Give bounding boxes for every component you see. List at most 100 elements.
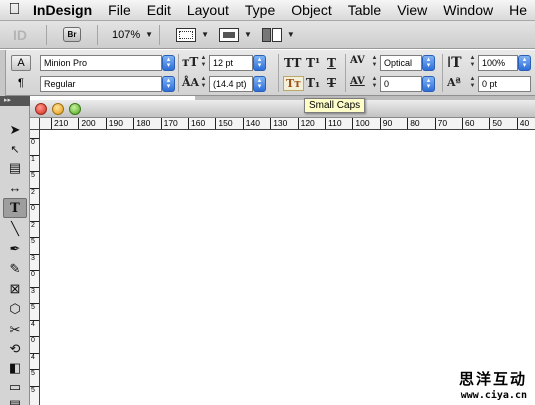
- paragraph-mode-button[interactable]: ¶: [11, 75, 31, 91]
- line-tool-icon[interactable]: ╲: [3, 219, 27, 239]
- kerning-field[interactable]: Optical: [380, 55, 422, 71]
- chevron-down-icon[interactable]: ▼: [244, 30, 252, 39]
- underline-button[interactable]: T: [327, 56, 336, 70]
- ruler-origin[interactable]: [30, 118, 40, 130]
- arrange-documents-icon[interactable]: [261, 27, 282, 42]
- vertical-ruler[interactable]: 0 1 5 2 0 2 5 3 0 3 5 4 0 4 5 5: [30, 130, 40, 405]
- tools-panel: ➤ ↖ ▤ ↔ T ╲ ✒ ✎ ⊠ ⬡ ✂ ⟲ ◧ ▭ ▤: [0, 106, 30, 405]
- minimize-window-button[interactable]: [52, 103, 64, 115]
- ruler-tick-label: 110: [325, 118, 342, 129]
- ruler-tick-label: 120: [297, 118, 315, 129]
- menu-type[interactable]: Type: [237, 2, 283, 18]
- divider: [345, 54, 346, 92]
- ruler-tick-label: 5: [30, 303, 39, 311]
- ruler-tick-label: 0: [30, 138, 39, 146]
- zoom-level[interactable]: 107%: [112, 29, 140, 41]
- note-tool-icon[interactable]: ▤: [3, 395, 27, 405]
- gap-tool-icon[interactable]: ↔: [3, 177, 27, 197]
- apple-logo-icon[interactable]: : [0, 1, 29, 19]
- chevron-down-icon[interactable]: ▼: [287, 30, 295, 39]
- ruler-tick-label: 210: [51, 118, 68, 129]
- tracking-icon: AV: [350, 76, 365, 87]
- selection-tool-icon[interactable]: ➤: [3, 120, 27, 140]
- superscript-button[interactable]: T¹: [306, 56, 320, 70]
- tracking-field[interactable]: 0: [380, 76, 422, 92]
- chevron-down-icon[interactable]: ▼: [201, 30, 209, 39]
- leading-field[interactable]: (14.4 pt): [209, 76, 253, 92]
- menu-bar:  InDesign File Edit Layout Type Object …: [0, 0, 535, 21]
- menu-table[interactable]: Table: [340, 2, 389, 18]
- vertical-scale-field[interactable]: 100%: [478, 55, 518, 71]
- font-family-field[interactable]: Minion Pro: [40, 55, 162, 71]
- font-size-icon: ᴛT: [182, 55, 199, 69]
- polygon-tool-icon[interactable]: ⬡: [3, 299, 27, 319]
- ruler-tick-label: 190: [105, 118, 123, 129]
- ruler-tick-label: 150: [215, 118, 233, 129]
- menu-file[interactable]: File: [100, 2, 139, 18]
- all-caps-button[interactable]: TT: [284, 56, 301, 70]
- menu-layout[interactable]: Layout: [179, 2, 237, 18]
- subscript-button[interactable]: T₁: [306, 76, 320, 90]
- vertical-scale-stepper[interactable]: ▲ ▼: [468, 55, 477, 71]
- ruler-tick-label: 2: [30, 187, 39, 196]
- direct-selection-tool-icon[interactable]: ↖: [3, 139, 27, 159]
- kerning-icon: AV: [350, 55, 365, 66]
- pencil-tool-icon[interactable]: ✎: [3, 259, 27, 279]
- free-transform-tool-icon[interactable]: ⟲: [3, 339, 27, 359]
- menu-window[interactable]: Window: [435, 2, 501, 18]
- small-caps-button[interactable]: Tт: [283, 76, 305, 91]
- font-size-stepper[interactable]: ▲ ▼: [199, 55, 208, 71]
- font-style-dropdown[interactable]: ▴ ▾: [162, 76, 175, 92]
- tracking-dropdown[interactable]: ▴ ▾: [422, 76, 435, 92]
- gradient-swatch-tool-icon[interactable]: ◧: [3, 358, 27, 378]
- type-tool-icon[interactable]: T: [3, 198, 27, 218]
- leading-stepper[interactable]: ▲ ▼: [199, 76, 208, 92]
- page-tool-icon[interactable]: ▤: [3, 158, 27, 178]
- gradient-feather-tool-icon[interactable]: ▭: [3, 377, 27, 397]
- divider: [46, 24, 47, 45]
- ruler-tick-label: 0: [30, 336, 39, 344]
- font-size-field[interactable]: 12 pt: [209, 55, 253, 71]
- font-size-dropdown[interactable]: ▴ ▾: [253, 55, 266, 71]
- font-family-dropdown[interactable]: ▴ ▾: [162, 55, 175, 71]
- leading-dropdown[interactable]: ▴ ▾: [253, 76, 266, 92]
- watermark: 思洋互动 www.ciya.cn: [459, 368, 527, 401]
- rectangle-frame-tool-icon[interactable]: ⊠: [3, 279, 27, 299]
- kerning-dropdown[interactable]: ▴ ▾: [422, 55, 435, 71]
- horizontal-ruler[interactable]: 210 200 190 180 170 160 150 140 130 120 110 100 90 80…: [40, 118, 535, 130]
- bridge-button[interactable]: Br: [63, 27, 81, 42]
- ruler-tick-label: 160: [188, 118, 205, 129]
- divider: [178, 54, 179, 92]
- panel-grip[interactable]: [0, 50, 6, 96]
- ruler-tick-label: 200: [78, 118, 96, 129]
- divider: [278, 54, 279, 92]
- baseline-shift-stepper[interactable]: ▲ ▼: [468, 76, 477, 92]
- kerning-stepper[interactable]: ▲ ▼: [370, 55, 379, 71]
- tools-panel-header[interactable]: ▸▸: [0, 96, 30, 106]
- screen-mode-icon[interactable]: [218, 27, 239, 42]
- menu-edit[interactable]: Edit: [139, 2, 179, 18]
- leading-icon: ÅA: [182, 76, 200, 89]
- document-canvas[interactable]: [41, 131, 535, 405]
- character-mode-button[interactable]: A: [11, 55, 31, 71]
- ruler-tick-label: 3: [30, 253, 39, 262]
- scissors-tool-icon[interactable]: ✂: [3, 320, 27, 340]
- strikethrough-button[interactable]: T: [327, 76, 336, 90]
- document-title-bar[interactable]: [30, 100, 535, 118]
- chevron-down-icon[interactable]: ▼: [145, 30, 153, 39]
- menu-view[interactable]: View: [389, 2, 435, 18]
- view-options-icon[interactable]: [176, 27, 197, 42]
- font-style-field[interactable]: Regular: [40, 76, 162, 92]
- close-window-button[interactable]: [35, 103, 47, 115]
- menu-help[interactable]: He: [501, 2, 535, 18]
- menu-object[interactable]: Object: [283, 2, 339, 18]
- pen-tool-icon[interactable]: ✒: [3, 239, 27, 259]
- vertical-scale-dropdown[interactable]: ▴ ▾: [518, 55, 531, 71]
- ruler-tick-label: 0: [30, 270, 39, 278]
- tracking-stepper[interactable]: ▲ ▼: [370, 76, 379, 92]
- zoom-window-button[interactable]: [69, 103, 81, 115]
- baseline-shift-field[interactable]: 0 pt: [478, 76, 531, 92]
- menu-indesign[interactable]: InDesign: [29, 2, 100, 18]
- ruler-tick-label: 70: [434, 118, 447, 129]
- tooltip: Small Caps: [304, 98, 366, 113]
